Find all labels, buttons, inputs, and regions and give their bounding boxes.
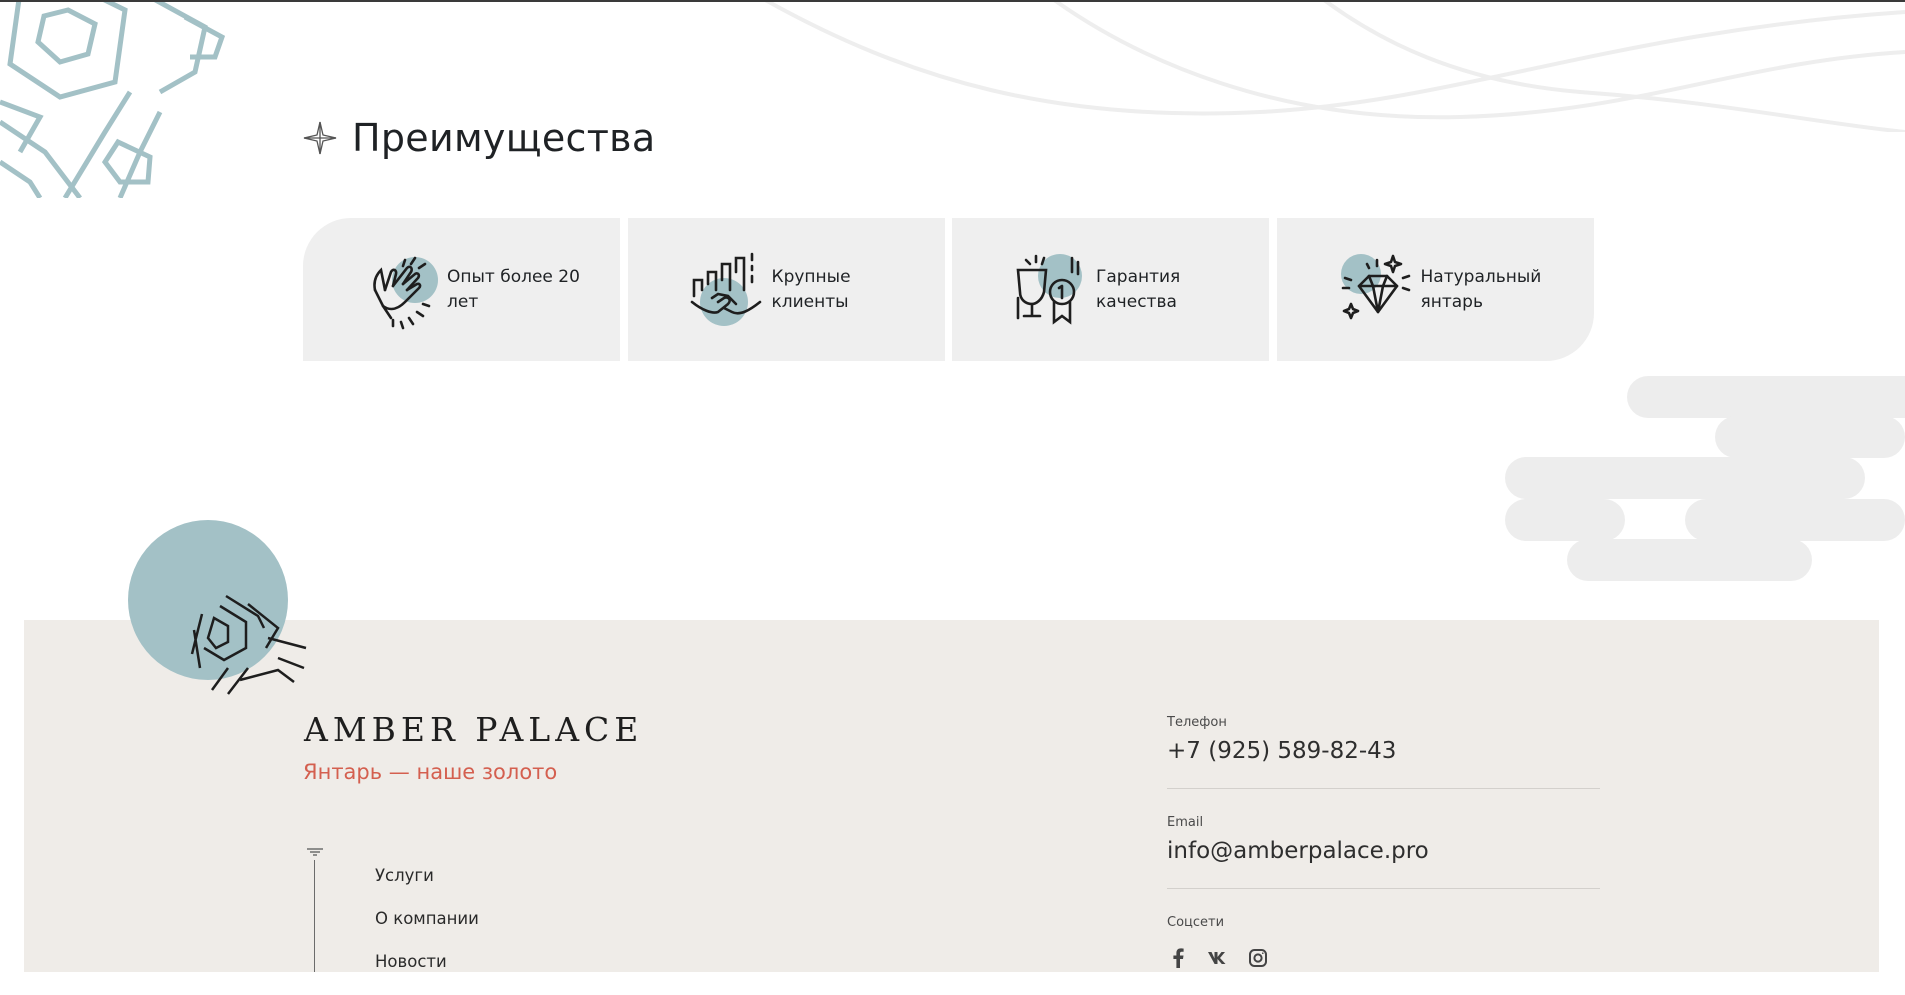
brand-logo[interactable]: AMBER PALACE: [304, 710, 643, 749]
facebook-icon[interactable]: [1167, 947, 1189, 969]
social-links: [1167, 947, 1600, 969]
advantage-label: Гарантия качества: [1096, 266, 1181, 312]
clapping-hands-icon: [373, 256, 438, 329]
advantage-card: Гарантия качества: [952, 218, 1269, 361]
trophy-medal-icon: [1016, 253, 1082, 325]
instagram-icon[interactable]: [1247, 947, 1269, 969]
nav-item-news[interactable]: Новости: [375, 952, 479, 995]
advantages-list: Опыт более 20 лет Крупные клиенты Гарант…: [303, 218, 1594, 361]
advantage-label: Крупные клиенты: [771, 266, 851, 312]
advantage-label: Натуральный янтарь: [1420, 266, 1542, 312]
social-label: Соцсети: [1167, 915, 1225, 930]
vk-icon[interactable]: [1207, 947, 1229, 969]
brand-tagline: Янтарь — наше золото: [303, 760, 558, 784]
ornament-top-left: [0, 2, 226, 198]
nav-divider: [314, 860, 315, 972]
decorative-waves: [764, 2, 1905, 132]
nav-item-about[interactable]: О компании: [375, 909, 479, 952]
footer-ornament: [128, 520, 307, 695]
advantage-card: Крупные клиенты: [627, 218, 945, 361]
phone-link[interactable]: +7 (925) 589-82-43: [1167, 738, 1600, 768]
nav-item-services[interactable]: Услуги: [375, 866, 479, 909]
compass-star-icon: [303, 121, 337, 155]
contacts-divider: [1167, 788, 1600, 789]
advantage-label: Опыт более 20 лет: [447, 266, 580, 312]
email-link[interactable]: info@amberpalace.pro: [1167, 838, 1600, 868]
section-title: Преимущества: [352, 116, 656, 160]
advantage-card: Натуральный янтарь: [1276, 218, 1594, 361]
menu-icon[interactable]: [305, 847, 325, 857]
decorative-clouds: [1505, 376, 1905, 581]
section-header: Преимущества: [302, 112, 655, 164]
handshake-icon: [690, 252, 761, 326]
diamond-icon: [1340, 253, 1410, 319]
phone-label: Телефон: [1167, 715, 1227, 730]
contacts-divider: [1167, 888, 1600, 889]
advantage-card: Опыт более 20 лет: [303, 218, 620, 361]
contacts-block: Телефон +7 (925) 589-82-43 Email info@am…: [1167, 715, 1600, 969]
email-label: Email: [1167, 815, 1204, 830]
footer-nav: Услуги О компании Новости: [375, 866, 479, 995]
